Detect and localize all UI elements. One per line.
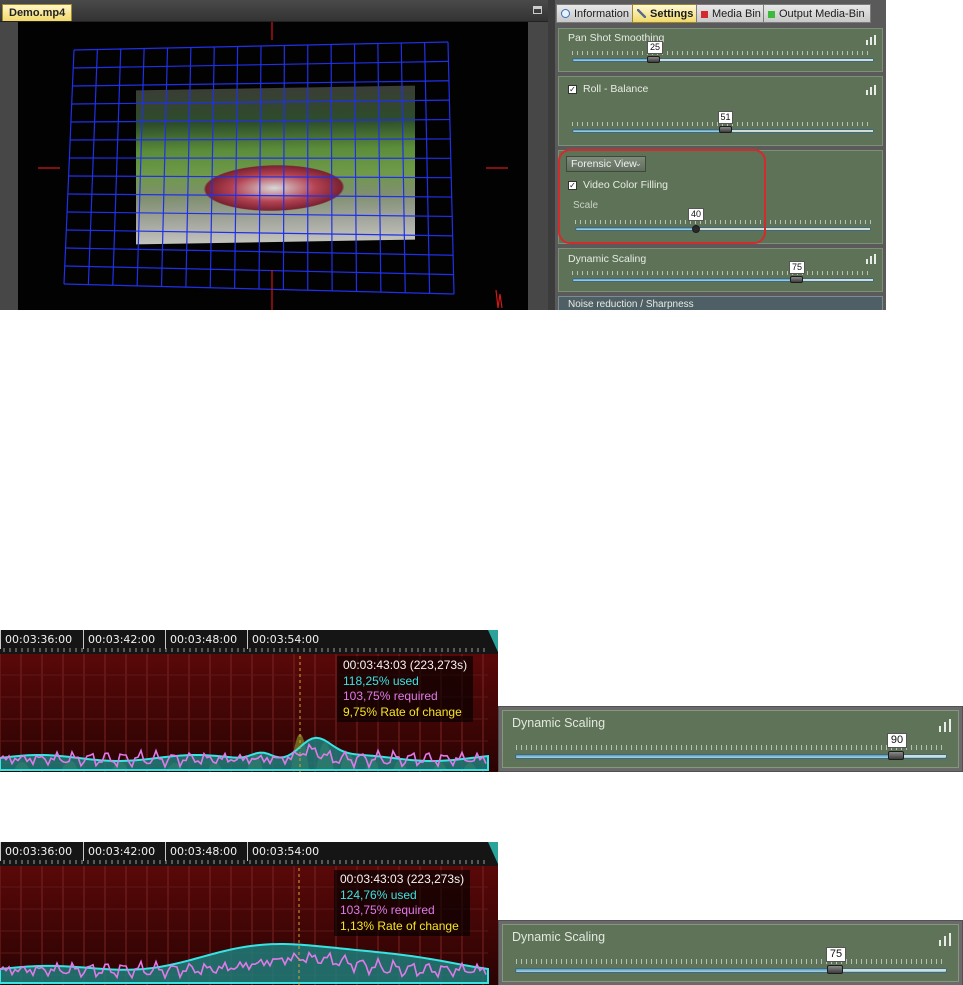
roll-balance-label: Roll - Balance [583, 83, 649, 95]
timestamp-label: 00:03:48:00 [165, 842, 247, 861]
timestamp-label: 00:03:36:00 [0, 842, 82, 861]
bars-icon[interactable] [939, 719, 952, 732]
speech-bubble-icon [561, 9, 570, 18]
readout-rate: 9,75% Rate of change [343, 704, 462, 719]
dynamic-scaling-value: 75 [826, 947, 846, 962]
maximize-icon[interactable] [533, 6, 542, 14]
roll-balance-checkbox[interactable]: ✓ [568, 85, 577, 94]
timeline-graph-1[interactable]: 00:03:36:00 00:03:42:00 00:03:48:00 00:0… [0, 630, 498, 772]
roll-balance-value: 51 [718, 111, 733, 124]
video-canvas[interactable] [18, 22, 528, 310]
readout-required: 103,75% required [343, 689, 438, 703]
timestamp-label: 00:03:42:00 [83, 842, 165, 861]
bars-icon[interactable] [866, 35, 877, 45]
timestamp-label: 00:03:42:00 [83, 630, 165, 649]
viewer-title-bar: Demo.mp4 [0, 0, 548, 22]
readout-used: 124,76% used [340, 887, 417, 902]
readout-used: 118,25% used [343, 673, 419, 688]
pan-shot-slider-thumb[interactable] [647, 56, 660, 63]
dynamic-scaling-slider-track[interactable] [515, 968, 947, 973]
panel-splitter[interactable] [548, 0, 555, 310]
dynamic-scaling-slider-thumb[interactable] [827, 965, 843, 974]
timestamp-label: 00:03:54:00 [247, 630, 329, 649]
bars-icon[interactable] [866, 85, 877, 95]
transform-grid-overlay[interactable] [18, 22, 528, 310]
dynamic-scaling-widget-90: Dynamic Scaling 90 [498, 706, 963, 772]
readout-time: 00:03:43:03 (223,273s) [340, 872, 465, 886]
tab-settings[interactable]: Settings [632, 4, 700, 23]
pan-shot-slider-track[interactable] [572, 58, 874, 62]
bars-icon[interactable] [939, 933, 952, 946]
red-square-icon [701, 11, 708, 18]
readout-time: 00:03:43:03 (223,273s) [343, 658, 468, 672]
timeline-graph-2[interactable]: 00:03:36:00 00:03:42:00 00:03:48:00 00:0… [0, 842, 498, 985]
slider-ticks [516, 745, 946, 750]
dynamic-scaling-label: Dynamic Scaling [568, 253, 647, 265]
file-tab-demo[interactable]: Demo.mp4 [2, 4, 73, 21]
slider-ticks [572, 271, 872, 275]
bars-icon[interactable] [866, 254, 877, 264]
noise-reduction-group: Noise reduction / Sharpness [558, 296, 883, 310]
tab-output-media-bin[interactable]: Output Media-Bin [763, 4, 871, 23]
dynamic-scaling-slider-track[interactable] [515, 754, 947, 759]
dynamic-scaling-group: Dynamic Scaling 75 [558, 248, 883, 292]
slider-ticks [516, 959, 946, 964]
dynamic-scaling-value: 75 [789, 261, 805, 274]
readout-rate: 1,13% Rate of change [340, 918, 459, 933]
pan-shot-smoothing-group: Pan Shot Smoothing 25 [558, 28, 883, 72]
timestamp-label: 00:03:48:00 [165, 630, 247, 649]
dynamic-scaling-value: 90 [887, 733, 907, 748]
dynamic-scaling-slider-track[interactable] [572, 278, 874, 282]
panel-tabs: Information Settings Media Bin Output Me… [555, 4, 886, 23]
slider-ticks [572, 51, 872, 55]
dynamic-scaling-slider-thumb[interactable] [790, 276, 803, 283]
timestamp-label: 00:03:54:00 [247, 842, 329, 861]
dynamic-scaling-slider-thumb[interactable] [888, 751, 904, 760]
video-viewer: Demo.mp4 [0, 0, 548, 310]
viewer-left-strip [0, 22, 18, 310]
roll-balance-slider-thumb[interactable] [719, 126, 732, 133]
timestamp-label: 00:03:36:00 [0, 630, 82, 649]
tab-media-bin[interactable]: Media Bin [696, 4, 767, 23]
highlight-annotation [558, 149, 766, 244]
viewer-right-strip [528, 22, 548, 310]
readout-required: 103,75% required [340, 903, 435, 917]
wrench-icon [637, 9, 646, 18]
tab-information[interactable]: Information [556, 4, 636, 23]
dynamic-scaling-label: Dynamic Scaling [512, 930, 606, 944]
graph-readout: 00:03:43:03 (223,273s) 124,76% used 103,… [334, 870, 471, 936]
pan-shot-value: 25 [647, 41, 663, 54]
graph-readout: 00:03:43:03 (223,273s) 118,25% used 103,… [337, 656, 474, 722]
roll-balance-group: ✓ Roll - Balance 51 [558, 76, 883, 146]
green-square-icon [768, 11, 775, 18]
noise-reduction-label: Noise reduction / Sharpness [568, 299, 694, 310]
dynamic-scaling-widget-75: Dynamic Scaling 75 [498, 920, 963, 985]
dynamic-scaling-label: Dynamic Scaling [512, 716, 606, 730]
